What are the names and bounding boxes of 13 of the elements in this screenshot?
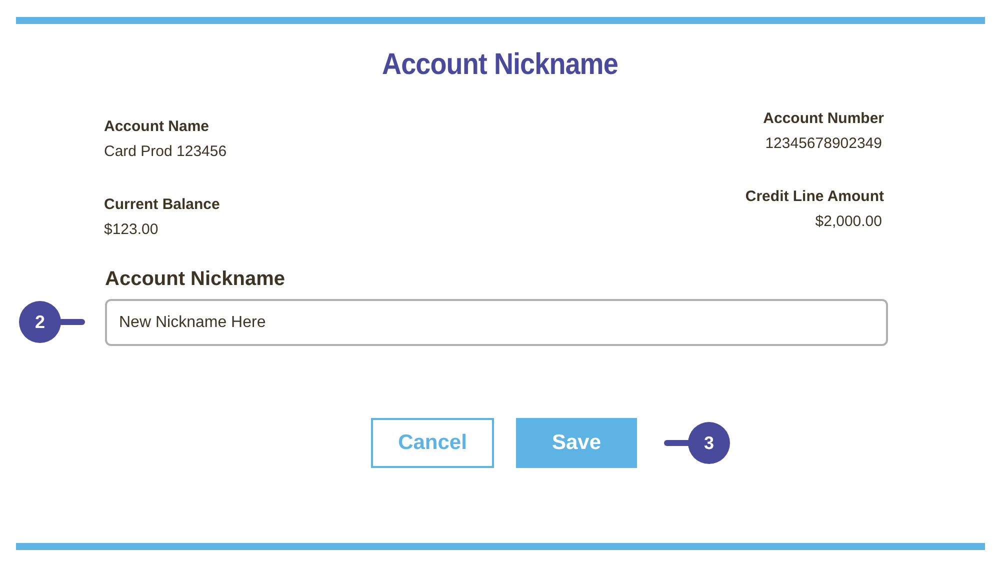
field-value: $123.00 bbox=[104, 221, 160, 238]
nickname-label: Account Nickname bbox=[105, 268, 286, 291]
dialog-title: Account Nickname bbox=[381, 48, 619, 82]
field-label: Current Balance bbox=[104, 196, 220, 213]
field-value: Card Prod 123456 bbox=[104, 143, 227, 160]
save-button[interactable]: Save bbox=[516, 418, 637, 468]
cancel-button[interactable]: Cancel bbox=[371, 418, 494, 468]
field-label: Credit Line Amount bbox=[745, 188, 884, 205]
field-value: 12345678902349 bbox=[765, 135, 883, 152]
field-label: Account Number bbox=[763, 110, 884, 127]
field-value: $2,000.00 bbox=[815, 213, 883, 230]
nickname-input-field[interactable]: New Nickname Here bbox=[105, 299, 888, 346]
field-label: Account Name bbox=[104, 118, 210, 135]
